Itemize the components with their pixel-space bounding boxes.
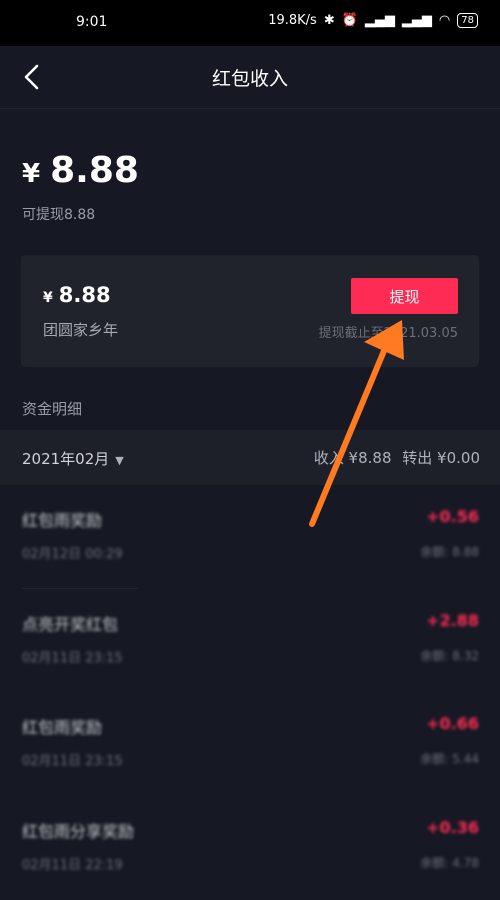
transaction-balance: 余额: 8.32 [420, 649, 479, 663]
battery-icon: 78 [457, 13, 478, 28]
transaction-balance: 余额: 4.78 [420, 856, 479, 870]
month-selector[interactable]: 2021年02月 ▼ [22, 448, 124, 469]
out-total: 转出 ¥0.00 [402, 449, 480, 467]
net-speed: 19.8K/s [268, 13, 317, 28]
wifi-icon: ◠ [438, 13, 451, 28]
transaction-date: 02月11日 23:15 [22, 754, 123, 769]
month-summary: 收入 ¥8.88 转出 ¥0.00 [308, 447, 480, 468]
balance-value: 8.88 [50, 150, 139, 191]
caret-down-icon: ▼ [115, 454, 124, 467]
transaction-name: 红包雨分享奖励 [22, 822, 135, 841]
card-currency-symbol: ¥ [43, 290, 53, 306]
transaction-amount: +0.36 [426, 818, 479, 837]
section-label: 资金明细 [22, 400, 83, 418]
status-icons: 19.8K/s ✱ ⏰ ▂▄▆ ▂▄▆ ◠ 78 [268, 13, 478, 28]
transaction-name: 红包雨奖励 [22, 718, 103, 737]
alarm-icon: ⏰ [341, 13, 358, 28]
transaction-balance: 余额: 8.88 [420, 545, 479, 559]
transaction-row[interactable]: 红包雨奖励 02月11日 23:15 +0.66 余额: 5.44 [0, 692, 500, 796]
transaction-row[interactable]: 红包雨分享奖励 02月11日 22:19 +0.36 余额: 4.78 [0, 796, 500, 900]
transaction-date: 02月11日 23:15 [22, 651, 123, 666]
transaction-row[interactable]: 红包雨奖励 02月12日 00:29 +0.56 余额: 8.88 [0, 485, 500, 589]
page-title: 红包收入 [211, 68, 288, 90]
transaction-row[interactable]: 点亮开奖红包 02月11日 23:15 +2.88 余额: 8.32 [0, 589, 500, 693]
withdraw-button[interactable]: 提现 [351, 278, 458, 314]
card-amount: ¥8.88 [43, 283, 111, 307]
withdraw-deadline: 提现截止至2021.03.05 [318, 326, 458, 341]
transaction-balance: 余额: 5.44 [420, 752, 479, 766]
month-label: 2021年02月 [22, 450, 110, 468]
bluetooth-icon: ✱ [323, 13, 335, 28]
income-total: 收入 ¥8.88 [313, 449, 392, 467]
balance-amount: ¥8.88 [22, 150, 139, 191]
red-packet-card: ¥8.88 团圆家乡年 提现 提现截止至2021.03.05 [21, 255, 479, 367]
transaction-name: 点亮开奖红包 [22, 615, 119, 634]
signal-icon: ▂▄▆ [364, 13, 395, 28]
status-bar: 9:01 19.8K/s ✱ ⏰ ▂▄▆ ▂▄▆ ◠ 78 [0, 0, 500, 46]
transaction-date: 02月12日 00:29 [22, 547, 123, 562]
currency-symbol: ¥ [22, 159, 41, 189]
status-time: 9:01 [76, 14, 108, 30]
month-bar: 2021年02月 ▼ 收入 ¥8.88 转出 ¥0.00 [0, 430, 500, 485]
transaction-amount: +0.56 [426, 507, 479, 526]
transaction-date: 02月11日 22:19 [22, 858, 123, 873]
card-name: 团圆家乡年 [43, 321, 119, 339]
card-amount-value: 8.88 [58, 283, 111, 307]
transaction-amount: +2.88 [426, 611, 479, 630]
transaction-name: 红包雨奖励 [22, 511, 103, 530]
transaction-amount: +0.66 [426, 714, 479, 733]
withdrawable-text: 可提现8.88 [22, 207, 96, 223]
signal-hd-icon: ▂▄▆ [401, 13, 432, 28]
page-header: 红包收入 [0, 46, 500, 109]
